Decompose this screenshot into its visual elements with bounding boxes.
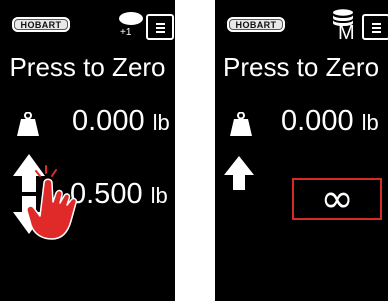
cloud-icon	[119, 12, 143, 25]
infinity-increment-highlight: ∞	[292, 178, 382, 220]
cloud-badge: +1	[116, 12, 146, 40]
infinity-symbol: ∞	[320, 176, 354, 222]
up-arrow-icon[interactable]	[223, 155, 255, 191]
weight-value: 0.000	[72, 105, 145, 137]
menu-button[interactable]	[146, 14, 174, 40]
pointing-hand-icon	[26, 165, 78, 240]
brand-label: HOBART	[235, 19, 277, 30]
weight-icon	[230, 112, 252, 136]
hobart-logo: HOBART	[227, 17, 285, 32]
weight-readout: 0.000 lb	[281, 105, 379, 138]
press-to-zero-button[interactable]: Press to Zero	[223, 52, 388, 83]
mode-letter: M	[338, 22, 355, 44]
hobart-logo: HOBART	[12, 17, 70, 32]
menu-button[interactable]	[362, 14, 388, 40]
left-scale-screen: HOBART +1 Press to Zero 0.000 lb 0.500 l…	[0, 0, 175, 301]
brand-label: HOBART	[20, 19, 62, 30]
right-scale-screen: HOBART M Press to Zero 0.000 lb ∞	[215, 0, 388, 301]
weight-unit: lb	[361, 110, 379, 135]
increment-unit: lb	[150, 183, 168, 208]
weight-readout: 0.000 lb	[72, 105, 170, 138]
press-to-zero-button[interactable]: Press to Zero	[0, 52, 175, 83]
weight-icon	[17, 112, 39, 136]
memory-mode-icon: M	[329, 9, 361, 43]
weight-value: 0.000	[281, 105, 354, 137]
weight-unit: lb	[152, 110, 170, 135]
cloud-badge-count: +1	[120, 27, 132, 38]
